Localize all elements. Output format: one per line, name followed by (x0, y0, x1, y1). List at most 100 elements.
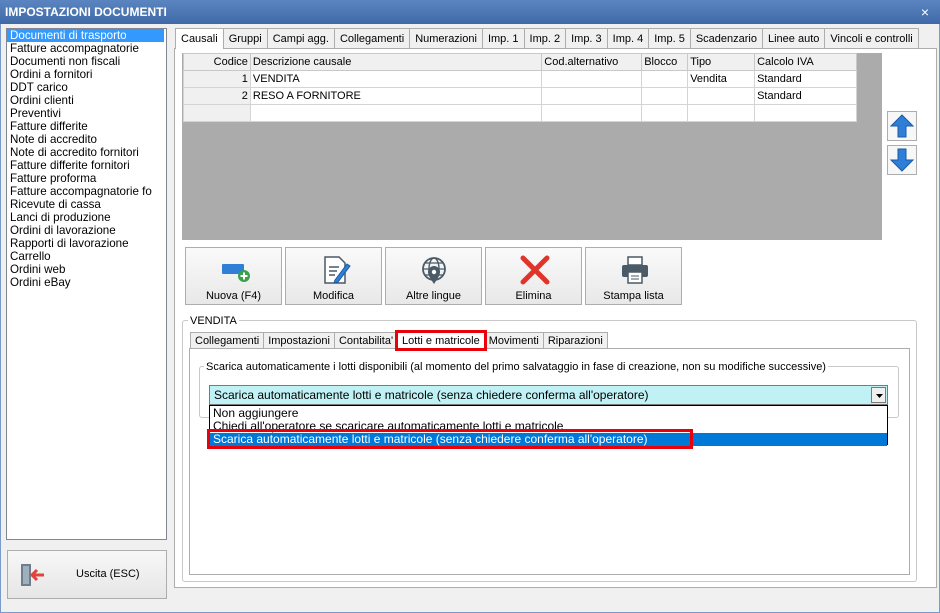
delete-button[interactable]: Elimina (485, 247, 582, 305)
doc-list-item[interactable]: Fatture accompagnatorie (7, 42, 166, 55)
cell-descrizione[interactable]: VENDITA (249, 70, 543, 88)
cell-calcolo-iva[interactable]: Standard (754, 87, 857, 105)
doc-list-item[interactable]: Fatture proforma (7, 172, 166, 185)
tab-collegamenti[interactable]: Collegamenti (333, 28, 411, 48)
subtab-lotti-e-matricole[interactable]: Lotti e matricole (395, 330, 487, 351)
new-button-label: Nuova (F4) (205, 290, 262, 302)
tab-numerazioni[interactable]: Numerazioni (409, 28, 483, 48)
cell-tipo[interactable] (687, 104, 756, 122)
tab-campi-agg[interactable]: Campi agg. (266, 28, 335, 48)
cell-codice[interactable]: 1 (183, 70, 251, 88)
tab-linee-auto[interactable]: Linee auto (761, 28, 826, 48)
tab-gruppi[interactable]: Gruppi (222, 28, 268, 48)
doc-list-item[interactable]: Fatture differite fornitori (7, 159, 166, 172)
tab-imp-1[interactable]: Imp. 1 (481, 28, 525, 48)
delete-button-label: Elimina (515, 290, 552, 302)
doc-list-item[interactable]: Fatture differite (7, 120, 166, 133)
doc-list-item[interactable]: Ordini web (7, 263, 166, 276)
exit-door-icon (21, 564, 44, 586)
globe-pin-icon (422, 257, 446, 284)
close-icon[interactable]: × (918, 0, 932, 24)
causali-grid: Codice Descrizione causale Cod.alternati… (183, 53, 857, 122)
edit-button[interactable]: Modifica (285, 247, 382, 305)
tab-scadenzario[interactable]: Scadenzario (689, 28, 763, 48)
doc-list-item[interactable]: Note di accredito fornitori (7, 146, 166, 159)
subtab-contabilita[interactable]: Contabilita' (333, 332, 399, 349)
move-down-button[interactable] (887, 145, 917, 175)
doc-list-item[interactable]: Note di accredito (7, 133, 166, 146)
other-languages-button[interactable]: Altre lingue (385, 247, 482, 305)
subtab-riparazioni[interactable]: Riparazioni (542, 332, 608, 349)
column-header[interactable]: Descrizione causale (249, 53, 543, 71)
auto-unload-label: Scarica automaticamente i lotti disponib… (204, 361, 828, 373)
cell-codice[interactable]: 2 (183, 87, 251, 105)
doc-list-item[interactable]: Ordini a fornitori (7, 68, 166, 81)
main-tabs: Causali Gruppi Campi agg. Collegamenti Numer… (175, 28, 937, 49)
tab-vincoli-e-controlli[interactable]: Vincoli e controlli (824, 28, 919, 48)
cell-blocco[interactable] (641, 70, 689, 88)
document-type-list[interactable]: Documenti di trasporto Fatture accompagn… (6, 28, 167, 540)
print-list-button-label: Stampa lista (603, 290, 664, 302)
cell-codice[interactable] (183, 104, 251, 122)
detail-tabs: Collegamenti Impostazioni Contabilita' Lott… (190, 330, 608, 351)
cell-cod-alternativo[interactable] (541, 87, 643, 105)
delete-x-icon (520, 255, 550, 285)
cell-blocco[interactable] (641, 87, 689, 105)
tab-imp-2[interactable]: Imp. 2 (523, 28, 567, 48)
column-header[interactable]: Blocco (641, 53, 689, 71)
doc-list-item[interactable]: Fatture accompagnatorie fo (7, 185, 166, 198)
chevron-down-icon[interactable] (871, 387, 886, 403)
new-button[interactable]: Nuova (F4) (185, 247, 282, 305)
column-header[interactable]: Cod.alternativo (541, 53, 643, 71)
selected-option-highlight (207, 429, 693, 449)
edit-document-icon (324, 256, 351, 284)
printer-icon (622, 256, 648, 284)
doc-list-item[interactable]: Documenti non fiscali (7, 55, 166, 68)
tab-causali[interactable]: Causali (175, 28, 224, 49)
cell-blocco[interactable] (641, 104, 689, 122)
arrow-up-icon (889, 114, 915, 138)
move-up-button[interactable] (887, 111, 917, 141)
add-card-icon (222, 264, 250, 282)
cell-calcolo-iva[interactable]: Standard (754, 70, 857, 88)
cell-descrizione[interactable] (249, 104, 543, 122)
tab-imp-4[interactable]: Imp. 4 (606, 28, 650, 48)
table-row[interactable]: 2 RESO A FORNITORE Standard (183, 87, 857, 105)
table-row[interactable]: 1 VENDITA Vendita Standard (183, 70, 857, 88)
tab-imp-5[interactable]: Imp. 5 (648, 28, 691, 48)
auto-unload-select[interactable]: Scarica automaticamente lotti e matricol… (209, 385, 888, 405)
column-header[interactable]: Calcolo IVA (754, 53, 857, 71)
column-header[interactable]: Codice (183, 53, 251, 71)
exit-button[interactable]: Uscita (ESC) (7, 550, 167, 599)
doc-list-item[interactable]: Ordini di lavorazione (7, 224, 166, 237)
doc-list-item[interactable]: Documenti di trasporto (7, 29, 164, 42)
doc-list-item[interactable]: Ordini eBay (7, 276, 166, 289)
vendita-legend: VENDITA (188, 315, 239, 327)
exit-button-label: Uscita (ESC) (76, 568, 140, 580)
doc-list-item[interactable]: Lanci di produzione (7, 211, 166, 224)
table-row[interactable] (183, 104, 857, 122)
cell-descrizione[interactable]: RESO A FORNITORE (249, 87, 543, 105)
arrow-down-icon (889, 148, 915, 172)
cell-cod-alternativo[interactable] (541, 104, 643, 122)
doc-list-item[interactable]: Ordini clienti (7, 94, 166, 107)
cell-tipo[interactable] (687, 87, 756, 105)
doc-list-item[interactable]: Rapporti di lavorazione (7, 237, 166, 250)
doc-list-item[interactable]: DDT carico (7, 81, 166, 94)
auto-unload-select-value: Scarica automaticamente lotti e matricol… (214, 388, 649, 402)
edit-button-label: Modifica (313, 290, 354, 302)
subtab-impostazioni[interactable]: Impostazioni (263, 332, 335, 349)
other-languages-button-label: Altre lingue (405, 290, 462, 302)
subtab-movimenti[interactable]: Movimenti (483, 332, 544, 349)
print-list-button[interactable]: Stampa lista (585, 247, 682, 305)
doc-list-item[interactable]: Carrello (7, 250, 166, 263)
cell-tipo[interactable]: Vendita (687, 70, 756, 88)
subtab-collegamenti[interactable]: Collegamenti (190, 332, 265, 349)
tab-imp-3[interactable]: Imp. 3 (565, 28, 608, 48)
column-header[interactable]: Tipo (687, 53, 756, 71)
window-title: IMPOSTAZIONI DOCUMENTI (0, 0, 940, 24)
doc-list-item[interactable]: Preventivi (7, 107, 166, 120)
doc-list-item[interactable]: Ricevute di cassa (7, 198, 166, 211)
cell-cod-alternativo[interactable] (541, 70, 643, 88)
cell-calcolo-iva[interactable] (754, 104, 857, 122)
